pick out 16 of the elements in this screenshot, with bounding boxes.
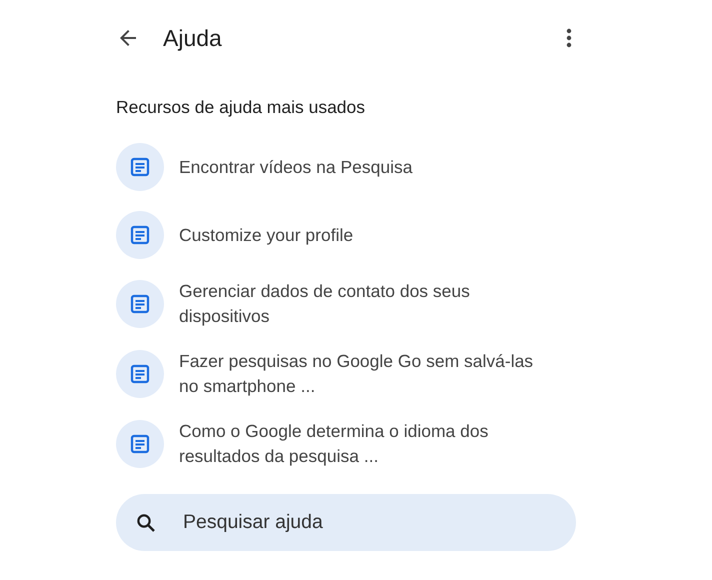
help-article-link[interactable]: Fazer pesquisas no Google Go sem salvá-las no smartphone ... (116, 349, 576, 399)
search-icon (136, 513, 156, 533)
document-icon (129, 293, 151, 315)
section-heading: Recursos de ajuda mais usados (116, 97, 366, 117)
more-menu-button[interactable] (566, 28, 572, 48)
help-article-link[interactable]: Customize your profile (116, 211, 576, 259)
menu-icon (566, 28, 572, 48)
document-icon (129, 156, 151, 178)
search-field[interactable]: Pesquisar ajuda (116, 494, 576, 551)
document-icon (129, 363, 151, 385)
help-article-link[interactable]: Gerenciar dados de contato dos seus dispositivos (116, 279, 576, 329)
document-icon (129, 433, 151, 455)
help-article-link[interactable]: Encontrar vídeos na Pesquisa (116, 143, 576, 191)
page-title: Ajuda (163, 24, 223, 52)
help-article-link[interactable]: Como o Google determina o idioma dos resultados da pesquisa ... (116, 419, 576, 469)
document-icon (129, 224, 151, 246)
